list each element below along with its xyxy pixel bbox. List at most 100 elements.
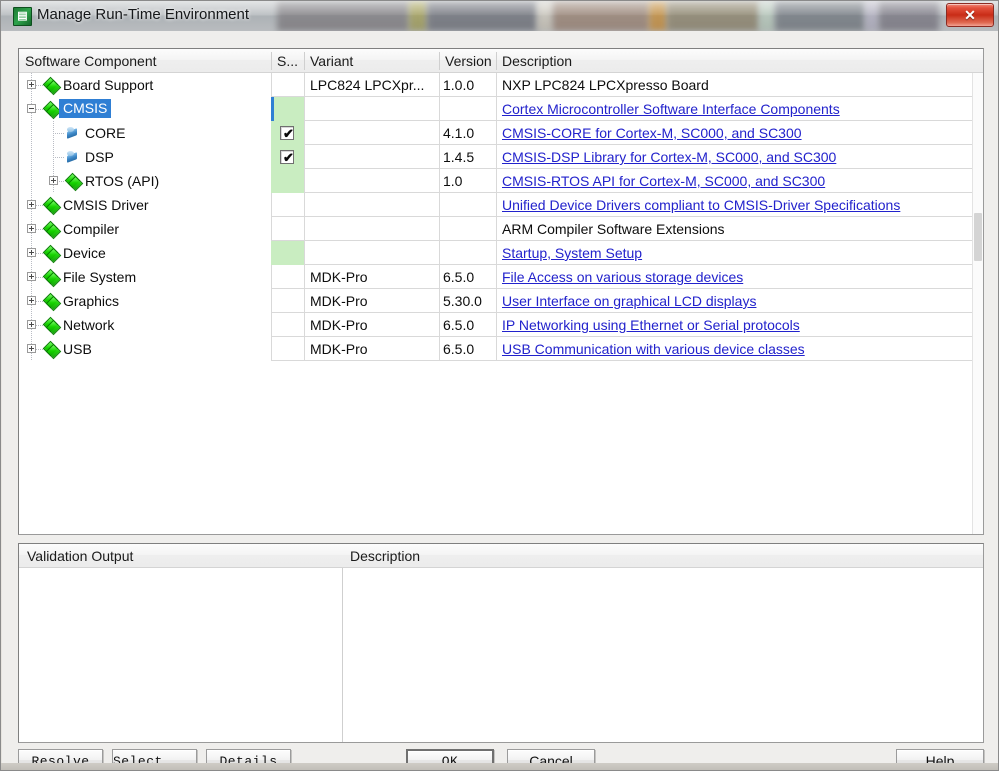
selection-cell[interactable]	[271, 169, 304, 193]
column-header-variant[interactable]: Variant	[304, 49, 439, 72]
table-row[interactable]: USB MDK-Pro 6.5.0 USB Communication with va…	[19, 337, 983, 361]
version-cell[interactable]: 6.5.0	[439, 337, 496, 361]
expand-icon[interactable]	[27, 320, 36, 329]
variant-cell[interactable]: LPC824 LPCXpr...	[304, 73, 439, 97]
tree-item-file-system[interactable]: File System	[19, 265, 271, 289]
collapse-icon[interactable]	[27, 104, 36, 113]
header-divider[interactable]	[439, 52, 440, 70]
version-cell[interactable]: 1.0	[439, 169, 496, 193]
column-header-version[interactable]: Version	[439, 49, 496, 72]
expand-icon[interactable]	[27, 224, 36, 233]
table-row[interactable]: File System MDK-Pro 6.5.0 File Access on va…	[19, 265, 983, 289]
version-cell[interactable]: 5.30.0	[439, 289, 496, 313]
column-header-validation-description[interactable]: Description	[342, 544, 983, 567]
table-row[interactable]: RTOS (API) 1.0 CMSIS-RTOS API for Cortex-M…	[19, 169, 983, 193]
table-row[interactable]: CMSIS Driver Unified Device Drivers compl…	[19, 193, 983, 217]
tree-item-core[interactable]: CORE	[19, 121, 271, 145]
column-header-software-component[interactable]: Software Component	[19, 49, 271, 72]
tree-item-dsp[interactable]: DSP	[19, 145, 271, 169]
description-link[interactable]: File Access on various storage devices	[502, 269, 743, 285]
description-link[interactable]: User Interface on graphical LCD displays	[502, 293, 756, 309]
version-cell[interactable]: 4.1.0	[439, 121, 496, 145]
variant-cell[interactable]	[304, 97, 439, 121]
expand-icon[interactable]	[27, 296, 36, 305]
header-divider[interactable]	[304, 52, 305, 70]
selection-cell[interactable]	[271, 97, 304, 121]
tree-item-network[interactable]: Network	[19, 313, 271, 337]
selection-cell[interactable]: ✔	[271, 121, 304, 145]
component-diamond-icon	[42, 292, 62, 312]
tree-item-rtos-api[interactable]: RTOS (API)	[19, 169, 271, 193]
selection-cell[interactable]	[271, 217, 304, 241]
close-window-button[interactable]: ✕	[946, 3, 994, 27]
variant-cell[interactable]: MDK-Pro	[304, 289, 439, 313]
variant-cell[interactable]	[304, 241, 439, 265]
selection-cell[interactable]	[271, 289, 304, 313]
version-cell[interactable]	[439, 241, 496, 265]
description-link[interactable]: IP Networking using Ethernet or Serial p…	[502, 317, 800, 333]
version-cell[interactable]: 1.0.0	[439, 73, 496, 97]
version-cell[interactable]: 6.5.0	[439, 313, 496, 337]
checkmark-icon: ✔	[283, 126, 294, 141]
tree-item-compiler[interactable]: Compiler	[19, 217, 271, 241]
component-checkbox[interactable]: ✔	[280, 126, 294, 140]
table-row[interactable]: Compiler ARM Compiler Software Extensions	[19, 217, 983, 241]
table-row[interactable]: Device Startup, System Setup	[19, 241, 983, 265]
tree-item-device[interactable]: Device	[19, 241, 271, 265]
tree-item-label: CMSIS Driver	[63, 197, 149, 213]
expand-icon[interactable]	[27, 200, 36, 209]
column-header-description[interactable]: Description	[496, 49, 983, 72]
description-link[interactable]: CMSIS-DSP Library for Cortex-M, SC000, a…	[502, 149, 836, 165]
variant-cell[interactable]	[304, 217, 439, 241]
variant-cell[interactable]	[304, 145, 439, 169]
selection-cell[interactable]: ✔	[271, 145, 304, 169]
table-row[interactable]: CMSIS Cortex Microcontroller Software Int…	[19, 97, 983, 121]
version-cell[interactable]: 1.4.5	[439, 145, 496, 169]
tree-item-cmsis-driver[interactable]: CMSIS Driver	[19, 193, 271, 217]
variant-cell[interactable]	[304, 193, 439, 217]
selection-cell[interactable]	[271, 265, 304, 289]
table-row[interactable]: Network MDK-Pro 6.5.0 IP Networking using E…	[19, 313, 983, 337]
description-link[interactable]: Startup, System Setup	[502, 245, 642, 261]
description-link[interactable]: CMSIS-CORE for Cortex-M, SC000, and SC30…	[502, 125, 802, 141]
tree-item-cmsis[interactable]: CMSIS	[19, 97, 271, 121]
header-divider[interactable]	[271, 52, 272, 70]
scrollbar-thumb[interactable]	[974, 213, 982, 261]
expand-icon[interactable]	[27, 272, 36, 281]
expand-icon[interactable]	[27, 344, 36, 353]
variant-cell[interactable]	[304, 121, 439, 145]
table-row[interactable]: DSP ✔ 1.4.5 CMSIS-DSP Library for Cortex-M,…	[19, 145, 983, 169]
version-cell[interactable]	[439, 193, 496, 217]
table-row[interactable]: Graphics MDK-Pro 5.30.0 User Interface on g…	[19, 289, 983, 313]
tree-vertical-scrollbar[interactable]	[972, 73, 983, 534]
tree-item-graphics[interactable]: Graphics	[19, 289, 271, 313]
description-link[interactable]: USB Communication with various device cl…	[502, 341, 805, 357]
selection-cell[interactable]	[271, 73, 304, 97]
version-cell[interactable]: 6.5.0	[439, 265, 496, 289]
variant-cell[interactable]: MDK-Pro	[304, 265, 439, 289]
variant-cell[interactable]: MDK-Pro	[304, 337, 439, 361]
expand-icon[interactable]	[27, 80, 36, 89]
selection-cell[interactable]	[271, 241, 304, 265]
tree-item-board-support[interactable]: Board Support	[19, 73, 271, 97]
column-header-validation-output[interactable]: Validation Output	[19, 544, 342, 567]
tree-item-usb[interactable]: USB	[19, 337, 271, 361]
description-link[interactable]: CMSIS-RTOS API for Cortex-M, SC000, and …	[502, 173, 825, 189]
header-divider[interactable]	[496, 52, 497, 70]
description-link[interactable]: Cortex Microcontroller Software Interfac…	[502, 101, 840, 117]
column-header-sel[interactable]: S...	[271, 49, 304, 72]
expand-icon[interactable]	[49, 176, 58, 185]
table-row[interactable]: Board Support LPC824 LPCXpr... 1.0.0 NXP LP…	[19, 73, 983, 97]
description-link[interactable]: Unified Device Drivers compliant to CMSI…	[502, 197, 900, 213]
validation-column-divider[interactable]	[342, 568, 343, 742]
expand-icon[interactable]	[27, 248, 36, 257]
version-cell[interactable]	[439, 217, 496, 241]
version-cell[interactable]	[439, 97, 496, 121]
selection-cell[interactable]	[271, 337, 304, 361]
variant-cell[interactable]: MDK-Pro	[304, 313, 439, 337]
selection-cell[interactable]	[271, 193, 304, 217]
component-checkbox[interactable]: ✔	[280, 150, 294, 164]
selection-cell[interactable]	[271, 313, 304, 337]
variant-cell[interactable]	[304, 169, 439, 193]
table-row[interactable]: CORE ✔ 4.1.0 CMSIS-CORE for Cortex-M, SC000…	[19, 121, 983, 145]
